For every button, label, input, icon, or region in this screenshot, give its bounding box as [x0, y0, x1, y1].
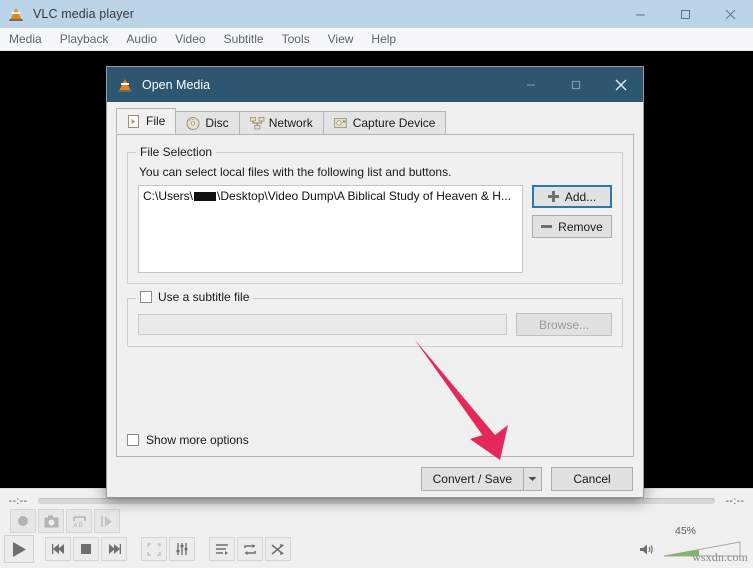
file-path-suffix: \Desktop\Video Dump\A Biblical Study of …: [217, 189, 511, 203]
tab-label: Capture Device: [352, 116, 436, 130]
dialog-titlebar: Open Media: [107, 67, 643, 102]
play-icon[interactable]: [4, 535, 34, 563]
checkbox-box: [127, 434, 139, 446]
dialog-footer: Convert / Save Cancel: [107, 459, 643, 499]
vlc-application-window: VLC media player Media Playback Audio Vi…: [0, 0, 753, 568]
menu-item-help[interactable]: Help: [362, 30, 405, 48]
vlc-cone-icon: [117, 77, 133, 93]
cancel-button[interactable]: Cancel: [551, 467, 633, 491]
convert-save-split-button: Convert / Save: [420, 467, 542, 491]
close-icon[interactable]: [708, 0, 753, 28]
maximize-icon[interactable]: [663, 0, 708, 28]
camera-icon[interactable]: [38, 509, 64, 533]
file-buttons: Add... Remove: [532, 185, 612, 273]
chevron-down-icon[interactable]: [524, 467, 542, 491]
subtitle-path-input[interactable]: [138, 314, 507, 335]
remove-button[interactable]: Remove: [532, 215, 612, 238]
playlist-icon[interactable]: [209, 537, 235, 561]
playlist-group: [209, 537, 291, 561]
add-button[interactable]: Add...: [532, 185, 612, 208]
dialog-body: File Disc Network Capture Device File Se…: [107, 102, 643, 499]
main-window-titlebar: VLC media player: [0, 0, 753, 28]
dialog-window-controls: [508, 67, 643, 102]
loop-icon[interactable]: [237, 537, 263, 561]
show-more-options-label: Show more options: [146, 433, 249, 447]
tab-label: File: [146, 114, 166, 128]
file-icon: [127, 114, 141, 128]
frame-step-icon[interactable]: [94, 509, 120, 533]
vlc-cone-icon: [8, 6, 24, 22]
view-group: [141, 537, 195, 561]
minimize-icon[interactable]: [618, 0, 663, 28]
tab-label: Network: [268, 116, 313, 130]
window-controls: [618, 0, 753, 28]
svg-text:A B: A B: [73, 523, 82, 528]
playback-control-bar: --:-- --:-- A B 45% wsxdn.com: [0, 488, 753, 568]
plus-icon: [547, 191, 559, 202]
secondary-controls: A B: [10, 509, 120, 533]
record-icon[interactable]: [10, 509, 36, 533]
convert-save-button[interactable]: Convert / Save: [420, 467, 524, 491]
capture-device-icon: [333, 117, 348, 130]
remaining-time: --:--: [725, 495, 745, 507]
skip-forward-icon[interactable]: [101, 537, 127, 561]
skip-group: [45, 537, 127, 561]
remove-button-label: Remove: [558, 219, 603, 234]
elapsed-time: --:--: [8, 495, 28, 507]
tab-network[interactable]: Network: [238, 111, 324, 134]
speaker-icon[interactable]: [639, 543, 654, 561]
menu-item-subtitle[interactable]: Subtitle: [215, 30, 273, 48]
fullscreen-icon[interactable]: [141, 537, 167, 561]
skip-backward-icon[interactable]: [45, 537, 71, 561]
maximize-icon[interactable]: [553, 67, 598, 102]
tab-disc[interactable]: Disc: [175, 111, 240, 134]
browse-button[interactable]: Browse...: [516, 313, 612, 336]
watermark-text: wsxdn.com: [692, 550, 748, 564]
menu-item-audio[interactable]: Audio: [117, 30, 166, 48]
checkbox-box: [140, 291, 152, 303]
menu-item-tools[interactable]: Tools: [273, 30, 319, 48]
ab-loop-icon[interactable]: A B: [66, 509, 92, 533]
volume-percent-label: 45%: [675, 525, 697, 537]
network-icon: [249, 116, 265, 130]
menu-item-playback[interactable]: Playback: [51, 30, 118, 48]
minus-icon: [541, 225, 553, 228]
file-list-row: C:\Users\ \Desktop\Video Dump\A Biblical …: [138, 185, 612, 273]
menu-item-media[interactable]: Media: [0, 30, 51, 48]
tab-strip: File Disc Network Capture Device: [116, 108, 634, 135]
menu-item-video[interactable]: Video: [166, 30, 214, 48]
open-media-dialog: Open Media File Disc Network Capture Dev…: [106, 66, 644, 498]
disc-icon: [186, 116, 200, 130]
selected-files-list[interactable]: C:\Users\ \Desktop\Video Dump\A Biblical …: [138, 185, 523, 273]
subtitle-row: Browse...: [138, 313, 612, 336]
browse-button-label: Browse...: [538, 317, 589, 332]
file-tab-panel: File Selection You can select local file…: [116, 135, 634, 457]
tab-file[interactable]: File: [116, 108, 177, 134]
close-icon[interactable]: [598, 67, 643, 102]
tab-capture-device[interactable]: Capture Device: [322, 111, 447, 134]
use-subtitle-file-checkbox[interactable]: Use a subtitle file: [136, 290, 254, 304]
dialog-title: Open Media: [142, 77, 211, 92]
stop-icon[interactable]: [73, 537, 99, 561]
transport-controls: [4, 535, 305, 563]
show-more-options-checkbox[interactable]: Show more options: [127, 433, 249, 447]
use-subtitle-file-label: Use a subtitle file: [158, 290, 250, 304]
menubar: Media Playback Audio Video Subtitle Tool…: [0, 28, 753, 51]
menu-item-view[interactable]: View: [319, 30, 363, 48]
group-title: File Selection: [136, 145, 217, 159]
file-selection-hint: You can select local files with the foll…: [139, 165, 452, 179]
add-button-label: Add...: [564, 189, 597, 204]
window-title: VLC media player: [33, 7, 134, 21]
tab-label: Disc: [205, 116, 229, 130]
file-selection-group: File Selection You can select local file…: [127, 145, 623, 284]
redacted-username: [194, 192, 217, 201]
equalizer-icon[interactable]: [169, 537, 195, 561]
file-path-prefix: C:\Users\: [143, 189, 194, 203]
subtitle-group: Use a subtitle file Browse...: [127, 290, 623, 347]
shuffle-icon[interactable]: [265, 537, 291, 561]
minimize-icon[interactable]: [508, 67, 553, 102]
